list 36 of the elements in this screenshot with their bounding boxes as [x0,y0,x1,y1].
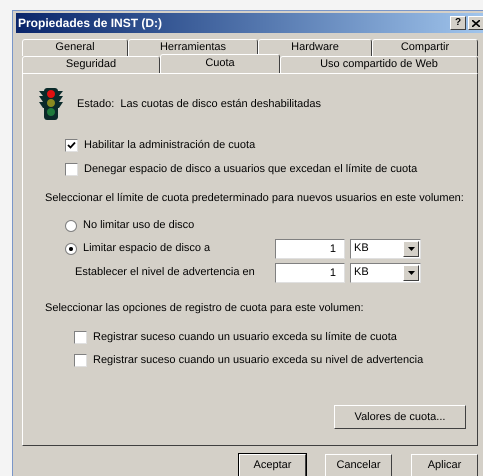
section-heading: Seleccionar el límite de cuota predeterminado para nuevos usuarios en este volumen: [45,191,465,206]
tab[interactable]: Seguridad [22,56,160,73]
checkbox-label: Denegar espacio de disco a usuarios que excedan el límite de cuota [84,162,418,177]
checkbox[interactable] [65,138,78,152]
radio-button[interactable] [65,242,77,254]
unit-dropdown[interactable]: KB [350,262,421,282]
checkbox[interactable] [74,330,87,344]
tab[interactable]: Hardware [258,39,372,56]
warning-label: Establecer el nivel de advertencia en [75,265,255,280]
size-input-field[interactable]: 1 [275,238,345,258]
checkbox[interactable] [65,162,78,176]
traffic-light-icon [39,87,63,121]
tab[interactable]: General [22,39,128,56]
checkbox[interactable] [74,354,87,366]
size-input-field[interactable]: 1 [275,262,345,282]
tab[interactable]: Uso compartido de Web [280,56,478,73]
dialog-button[interactable]: Aplicar [411,454,478,476]
help-button[interactable]: ? [450,16,466,30]
tab[interactable]: Compartir [372,39,478,56]
checkbox-label: Registrar suceso cuando un usuario exceda su nivel de advertencia [93,352,424,368]
close-icon [472,20,480,26]
radio-button[interactable] [65,220,77,232]
close-button[interactable] [468,16,483,30]
radio-label: No limitar uso de disco [83,218,194,234]
window-title: Propiedades de INST (D:) [18,15,162,32]
quota-values-button[interactable]: Valores de cuota... [334,405,466,429]
status-text: Estado: Las cuotas de disco están deshabilitadas [77,96,321,112]
section-heading: Seleccionar las opciones de registro de cuota para este volumen: [45,300,365,316]
radio-label: Limitar espacio de disco a [83,241,210,256]
tab[interactable]: Herramientas [128,39,258,56]
tab[interactable]: Cuota [160,54,280,73]
dialog-button[interactable]: Aceptar [239,454,306,476]
dialog-button[interactable]: Cancelar [325,454,392,476]
unit-dropdown[interactable]: KB [350,238,421,258]
checkbox-label: Habilitar la administración de cuota [84,138,256,153]
checkbox-label: Registrar suceso cuando un usuario exceda su límite de cuota [93,330,397,345]
